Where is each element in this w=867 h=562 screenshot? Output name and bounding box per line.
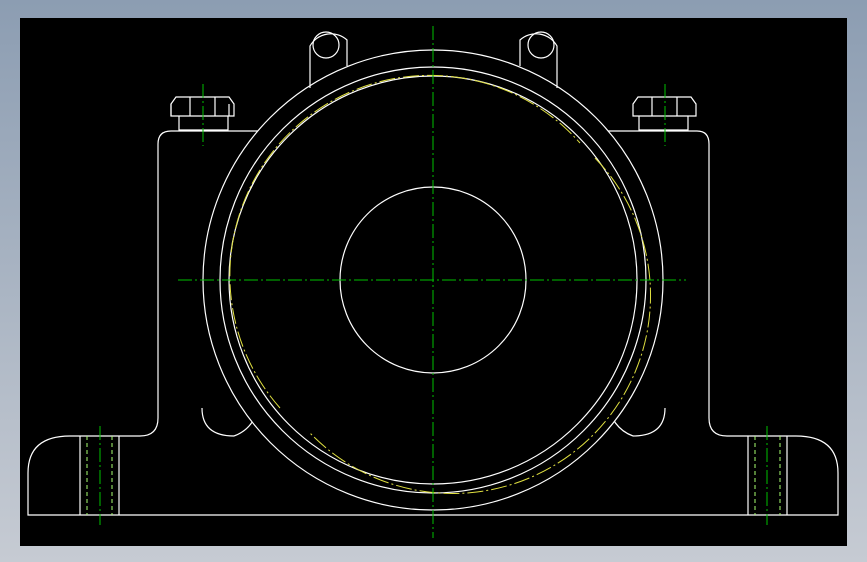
right-pedestal-inner-line (632, 407, 666, 437)
cad-viewport[interactable] (20, 18, 847, 546)
right-lug-hole (527, 31, 555, 59)
left-lug-hole (312, 31, 340, 59)
left-pedestal-inner-line (201, 407, 235, 437)
bearing-housing-drawing (27, 26, 839, 538)
